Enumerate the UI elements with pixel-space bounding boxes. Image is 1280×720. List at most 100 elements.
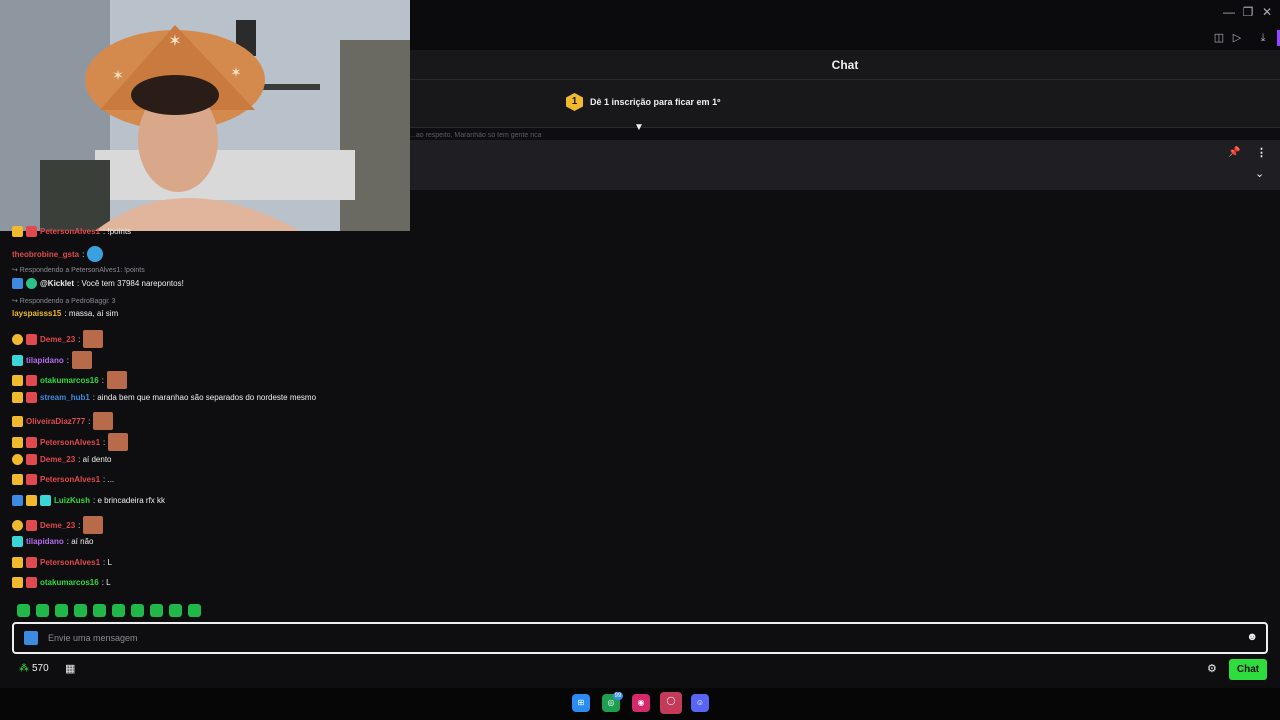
chat-username[interactable]: PetersonAlves1 (40, 475, 100, 484)
chevron-down-icon[interactable]: ⌄ (1255, 167, 1264, 180)
chat-message[interactable]: layspaisss15: massa, aí sim (12, 309, 118, 318)
chat-message[interactable]: otakumarcos16: L (12, 577, 111, 588)
chat-message[interactable]: tilapidano: (12, 351, 93, 369)
chat-message[interactable]: LuizKush: e brincadeira rfx kk (12, 495, 165, 506)
sub-badge-icon[interactable] (26, 392, 37, 403)
crown-badge-icon[interactable] (12, 557, 23, 568)
discord-icon[interactable]: ☺ (691, 694, 709, 712)
restore-button[interactable]: ❐ (1239, 4, 1257, 20)
chat-username[interactable]: OliveiraDiaz777 (26, 417, 85, 426)
crown-badge-icon[interactable] (12, 577, 23, 588)
crown-badge-icon[interactable] (12, 374, 23, 386)
chat-message[interactable]: Deme_23: aí dento (12, 454, 112, 465)
chat-username[interactable]: layspaisss15 (12, 309, 61, 318)
sub-badge-icon[interactable] (26, 577, 37, 588)
circle-badge-icon[interactable] (12, 519, 23, 531)
browser-icon[interactable]: ◯ (660, 692, 682, 714)
chat-input[interactable]: Envie uma mensagem ☻ (12, 622, 1268, 654)
sub-badge-icon[interactable] (26, 226, 37, 237)
chat-username[interactable]: tilapidano (26, 537, 64, 546)
pin-icon[interactable]: 📌 (1228, 147, 1240, 158)
chat-message[interactable]: PetersonAlves1: !points (12, 226, 131, 237)
instagram-icon[interactable]: ◉ (632, 694, 650, 712)
emote-icon[interactable] (169, 604, 182, 617)
chat-message[interactable]: Deme_23: (12, 516, 104, 534)
chat-message-text: : (101, 375, 104, 385)
gift-badge-icon[interactable] (12, 536, 23, 547)
chat-username[interactable]: Deme_23 (40, 335, 75, 344)
circle-badge-icon[interactable] (12, 454, 23, 465)
chat-message[interactable]: tilapidano: aí não (12, 536, 93, 547)
close-button[interactable]: ✕ (1258, 4, 1276, 20)
emote-icon[interactable] (131, 604, 144, 617)
chat-message[interactable]: theobrobine_gsta: (12, 246, 104, 262)
chat-username[interactable]: PetersonAlves1 (40, 438, 100, 447)
channel-points[interactable]: ⁂ 570 (19, 663, 49, 674)
pinned-message[interactable]: 📌 ⋮ ⌄ (410, 140, 1280, 190)
chat-message[interactable]: stream_hub1: ainda bem que maranhao são … (12, 392, 316, 403)
store-icon[interactable]: ▦ (65, 662, 75, 675)
emoji-icon[interactable]: ☻ (1246, 631, 1258, 643)
emote-quick-row[interactable] (17, 604, 201, 617)
chat-message[interactable]: @Kicklet: Você tem 37984 narepontos! (12, 278, 184, 289)
leaderboard-banner[interactable]: 1 Dê 1 inscrição para ficar em 1º ▼ (410, 80, 1280, 133)
sub-badge-icon[interactable] (26, 519, 37, 531)
chat-username[interactable]: tilapidano (26, 356, 64, 365)
emote-icon[interactable] (74, 604, 87, 617)
gear-icon[interactable]: ⚙ (1207, 662, 1217, 675)
crown-badge-icon[interactable] (12, 392, 23, 403)
sub-badge-icon[interactable] (26, 436, 37, 448)
sub-badge-icon[interactable] (26, 557, 37, 568)
crown-badge-icon[interactable] (12, 415, 23, 427)
chat-username[interactable]: theobrobine_gsta (12, 250, 79, 259)
chat-username[interactable]: PetersonAlves1 (40, 558, 100, 567)
chat-username[interactable]: otakumarcos16 (40, 578, 99, 587)
sub-badge-icon[interactable] (26, 333, 37, 345)
sub-badge-icon[interactable] (26, 374, 37, 386)
crown-badge-icon[interactable] (26, 495, 37, 506)
emote-icon[interactable] (93, 604, 106, 617)
green-badge-icon[interactable] (26, 278, 37, 289)
chat-message[interactable]: PetersonAlves1: L (12, 557, 112, 568)
chat-username[interactable]: Deme_23 (40, 521, 75, 530)
gift-badge-icon[interactable] (40, 495, 51, 506)
prime-icon[interactable] (24, 631, 38, 645)
emote-icon[interactable] (55, 604, 68, 617)
chat-message-text: : Você tem 37984 narepontos! (77, 279, 184, 288)
chat-username[interactable]: PetersonAlves1 (40, 227, 100, 236)
chat-message[interactable]: OliveiraDiaz777: (12, 412, 114, 430)
chat-username[interactable]: LuizKush (54, 496, 90, 505)
emote-icon[interactable] (112, 604, 125, 617)
prime-badge-icon[interactable] (12, 495, 23, 506)
more-options-icon[interactable]: ⋮ (1256, 146, 1267, 159)
play-icon[interactable]: ▷ (1230, 31, 1244, 45)
prime-badge-icon[interactable] (12, 278, 23, 289)
chat-username[interactable]: stream_hub1 (40, 393, 90, 402)
chat-username[interactable]: otakumarcos16 (40, 376, 99, 385)
chat-message[interactable]: Deme_23: (12, 330, 104, 348)
minimize-button[interactable]: — (1220, 4, 1238, 20)
chat-message-text: : (88, 416, 91, 426)
sub-badge-icon[interactable] (26, 454, 37, 465)
chat-message[interactable]: otakumarcos16: (12, 371, 127, 389)
crown-badge-icon[interactable] (12, 226, 23, 237)
chat-message[interactable]: PetersonAlves1: (12, 433, 129, 451)
chat-username[interactable]: Deme_23 (40, 455, 75, 464)
emote-icon[interactable] (17, 604, 30, 617)
chat-send-button[interactable]: Chat (1229, 659, 1267, 680)
emote-icon[interactable] (36, 604, 49, 617)
emote-icon[interactable] (150, 604, 163, 617)
windows-start-icon[interactable]: ⊞ (572, 694, 590, 712)
shield-icon[interactable]: ◫ (1212, 31, 1226, 45)
download-icon[interactable]: ⤓ (1256, 31, 1270, 45)
chat-message-text: : aí dento (78, 455, 112, 464)
crown-badge-icon[interactable] (12, 474, 23, 485)
emote-icon[interactable] (188, 604, 201, 617)
gift-badge-icon[interactable] (12, 354, 23, 366)
circle-badge-icon[interactable] (12, 333, 23, 345)
chat-message[interactable]: PetersonAlves1: ... (12, 474, 114, 485)
crown-badge-icon[interactable] (12, 436, 23, 448)
sub-badge-icon[interactable] (26, 474, 37, 485)
collapse-icon[interactable]: ▼ (634, 122, 644, 133)
chat-username[interactable]: @Kicklet (40, 279, 74, 288)
